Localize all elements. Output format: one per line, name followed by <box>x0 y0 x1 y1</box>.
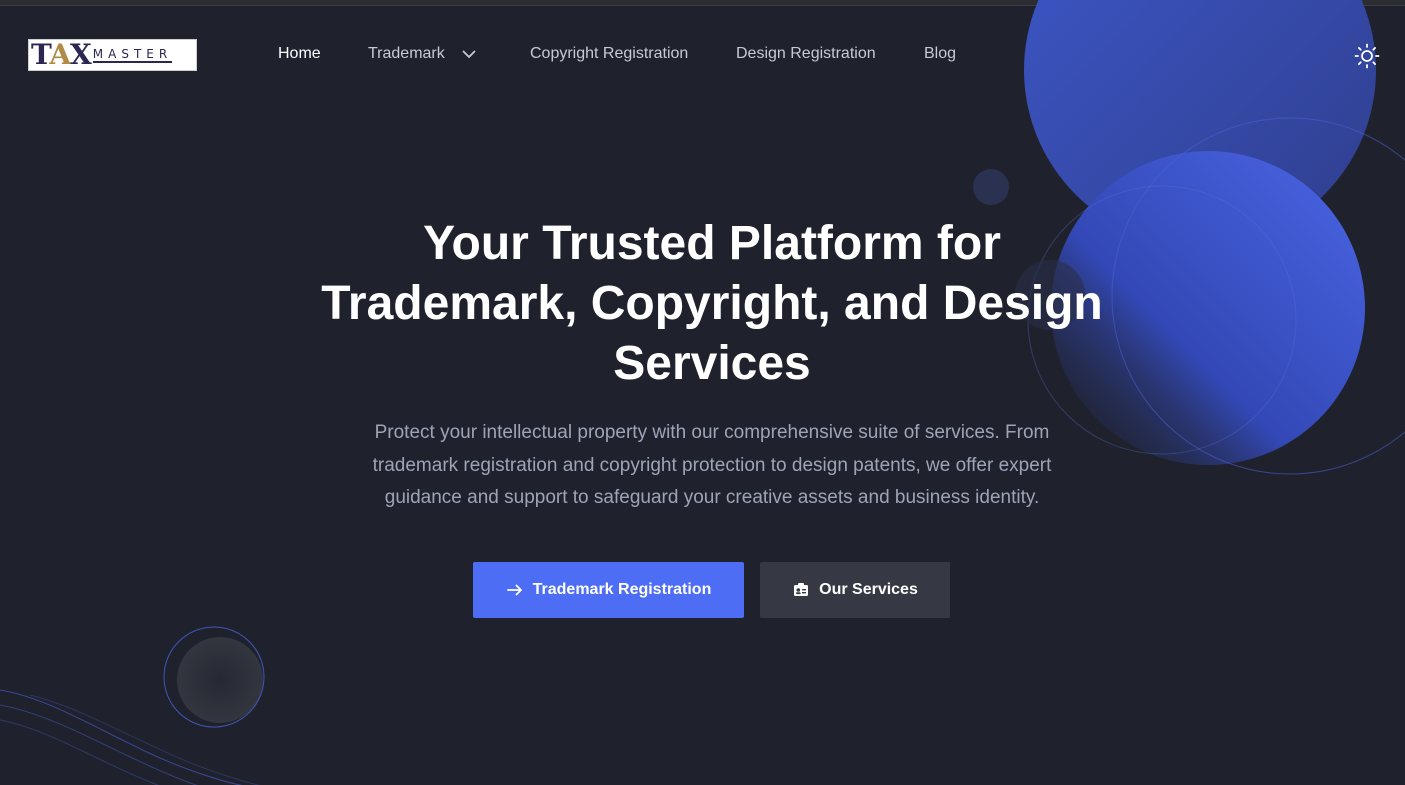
nav-item-copyright-registration[interactable]: Copyright Registration <box>530 44 688 64</box>
hero-description-line: trademark registration and copyright pro… <box>372 454 1052 476</box>
nav-item-trademark[interactable]: Trademark <box>368 44 445 64</box>
hero-description-line: guidance and support to safeguard your c… <box>384 487 1040 508</box>
hero-description: Protect your intellectual property with … <box>330 417 1094 515</box>
trademark-registration-button[interactable]: Trademark Registration <box>473 562 744 618</box>
nav-item-home[interactable]: Home <box>278 44 321 64</box>
our-services-button[interactable]: Our Services <box>760 562 950 618</box>
arrow-right-icon <box>506 584 522 596</box>
chevron-down-icon[interactable] <box>460 45 478 63</box>
deco-dot-small <box>973 169 1009 205</box>
hero-description-line: Protect your intellectual property with … <box>374 422 1050 443</box>
deco-ring-outer <box>1111 117 1405 475</box>
nav-item-blog[interactable]: Blog <box>924 44 956 64</box>
trademark-registration-label: Trademark Registration <box>532 581 712 598</box>
hero-title-line: Services <box>613 337 811 390</box>
deco-wave-1 <box>0 689 243 785</box>
services-card-icon <box>794 583 809 596</box>
navbar: TAX MASTER Home Trademark Copyright Regi… <box>0 5 1405 101</box>
deco-ring-bottom-left <box>163 626 265 728</box>
nav-item-design-registration[interactable]: Design Registration <box>736 44 876 64</box>
brand-logo[interactable]: TAX MASTER <box>28 39 197 71</box>
deco-wave-4 <box>29 694 261 785</box>
deco-circle-bottom-left <box>177 637 263 723</box>
hero-title-line: Your Trusted Platform for <box>423 217 1001 270</box>
page: TAX MASTER Home Trademark Copyright Regi… <box>0 0 1405 785</box>
sun-icon[interactable] <box>1354 43 1380 69</box>
hero-title-line: Trademark, Copyright, and Design <box>321 277 1103 330</box>
deco-wave-2 <box>0 704 198 785</box>
hero-title: Your Trusted Platform for Trademark, Cop… <box>302 214 1122 394</box>
logo-wordmark: TAX <box>31 39 92 71</box>
our-services-label: Our Services <box>819 581 918 598</box>
deco-wave-3 <box>0 719 160 785</box>
logo-subtitle: MASTER <box>92 47 173 63</box>
